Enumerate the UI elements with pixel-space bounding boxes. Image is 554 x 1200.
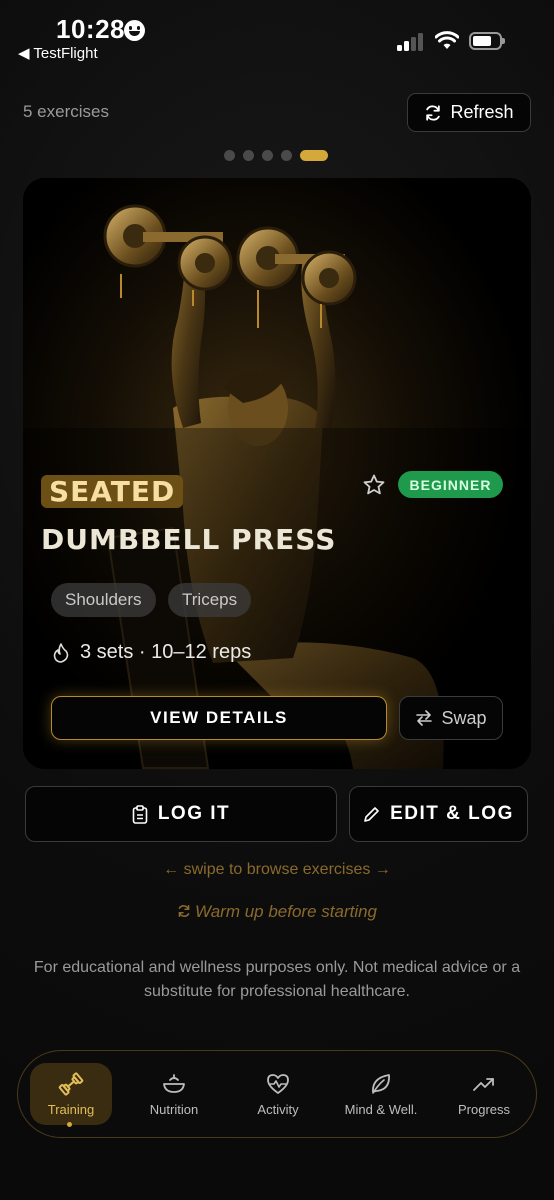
- dumbbell-icon: [58, 1072, 84, 1095]
- edit-and-log-button[interactable]: EDIT & LOG: [349, 786, 528, 842]
- warmup-text: Warm up before starting: [194, 902, 378, 921]
- log-it-button[interactable]: LOG IT: [25, 786, 337, 842]
- nav-label-activity: Activity: [257, 1101, 299, 1117]
- nav-item-training[interactable]: Training: [30, 1063, 112, 1125]
- pencil-icon: [364, 806, 379, 822]
- swap-button[interactable]: Swap: [399, 696, 503, 740]
- battery-icon: [469, 32, 505, 50]
- refresh-button[interactable]: Refresh: [407, 93, 531, 132]
- swap-label: Swap: [441, 707, 487, 728]
- wifi-icon: [435, 31, 459, 49]
- nav-item-nutrition[interactable]: Nutrition: [133, 1063, 215, 1125]
- refresh-small-icon: [178, 904, 190, 918]
- nav-item-activity[interactable]: Activity: [237, 1063, 319, 1125]
- disclaimer: For educational and wellness purposes on…: [33, 959, 521, 1000]
- cellular-signal-icon: [397, 33, 425, 51]
- pager-dot[interactable]: [224, 149, 235, 161]
- bottom-nav: Training Nutrition Activity Mind & Well.…: [17, 1050, 537, 1138]
- pager-dot[interactable]: [281, 149, 292, 161]
- nav-label-mind-wellness: Mind & Well.: [344, 1101, 418, 1117]
- exercise-title-highlight: SEATED: [41, 475, 184, 508]
- level-badge: BEGINNER: [398, 471, 503, 498]
- status-bar: 10:28 ◀ TestFlight: [0, 0, 554, 72]
- smiley-icon: [124, 20, 145, 41]
- swap-arrows-icon: [416, 710, 433, 726]
- nav-label-progress: Progress: [457, 1101, 511, 1117]
- sets-reps-row: 3 sets · 10–12 reps: [52, 641, 251, 664]
- nav-item-mind-wellness[interactable]: Mind & Well.: [339, 1063, 423, 1125]
- exercise-count: 5 exercises: [23, 102, 109, 121]
- sets-reps-text: 3 sets · 10–12 reps: [80, 641, 252, 663]
- exercise-title: SEATED DUMBBELL PRESS: [41, 468, 361, 564]
- pager-dot[interactable]: [243, 149, 254, 161]
- muscle-tag: Shoulders: [51, 583, 156, 617]
- back-to-testflight-link[interactable]: ◀ TestFlight: [18, 44, 98, 62]
- nav-label-nutrition: Nutrition: [149, 1101, 199, 1117]
- pager-dots: [224, 149, 328, 161]
- warmup-hint: Warm up before starting: [0, 902, 554, 922]
- clipboard-icon: [132, 804, 148, 824]
- bowl-icon: [163, 1073, 185, 1093]
- edit-and-log-label: EDIT & LOG: [390, 803, 514, 824]
- exercise-card[interactable]: SEATED DUMBBELL PRESS BEGINNER Shoulders…: [23, 178, 531, 769]
- clock: 10:28: [56, 14, 125, 44]
- swipe-hint: ← swipe to browse exercises →: [163, 861, 391, 878]
- muscle-tag: Triceps: [168, 583, 252, 617]
- log-it-label: LOG IT: [157, 803, 231, 824]
- star-outline-icon[interactable]: [362, 473, 386, 497]
- nav-label-training: Training: [47, 1101, 95, 1117]
- exercise-title-rest: DUMBBELL PRESS: [41, 523, 337, 556]
- refresh-label: Refresh: [450, 102, 514, 122]
- nav-item-progress[interactable]: Progress: [443, 1063, 525, 1125]
- trend-up-icon: [473, 1077, 494, 1091]
- active-tab-indicator: [67, 1122, 72, 1127]
- refresh-icon: [426, 104, 441, 121]
- pager-dot[interactable]: [262, 149, 273, 161]
- flame-icon: [53, 642, 69, 663]
- leaf-icon: [372, 1073, 390, 1094]
- heart-pulse-icon: [267, 1073, 289, 1094]
- view-details-button[interactable]: VIEW DETAILS: [51, 696, 387, 740]
- pager-dot-active[interactable]: [300, 149, 328, 161]
